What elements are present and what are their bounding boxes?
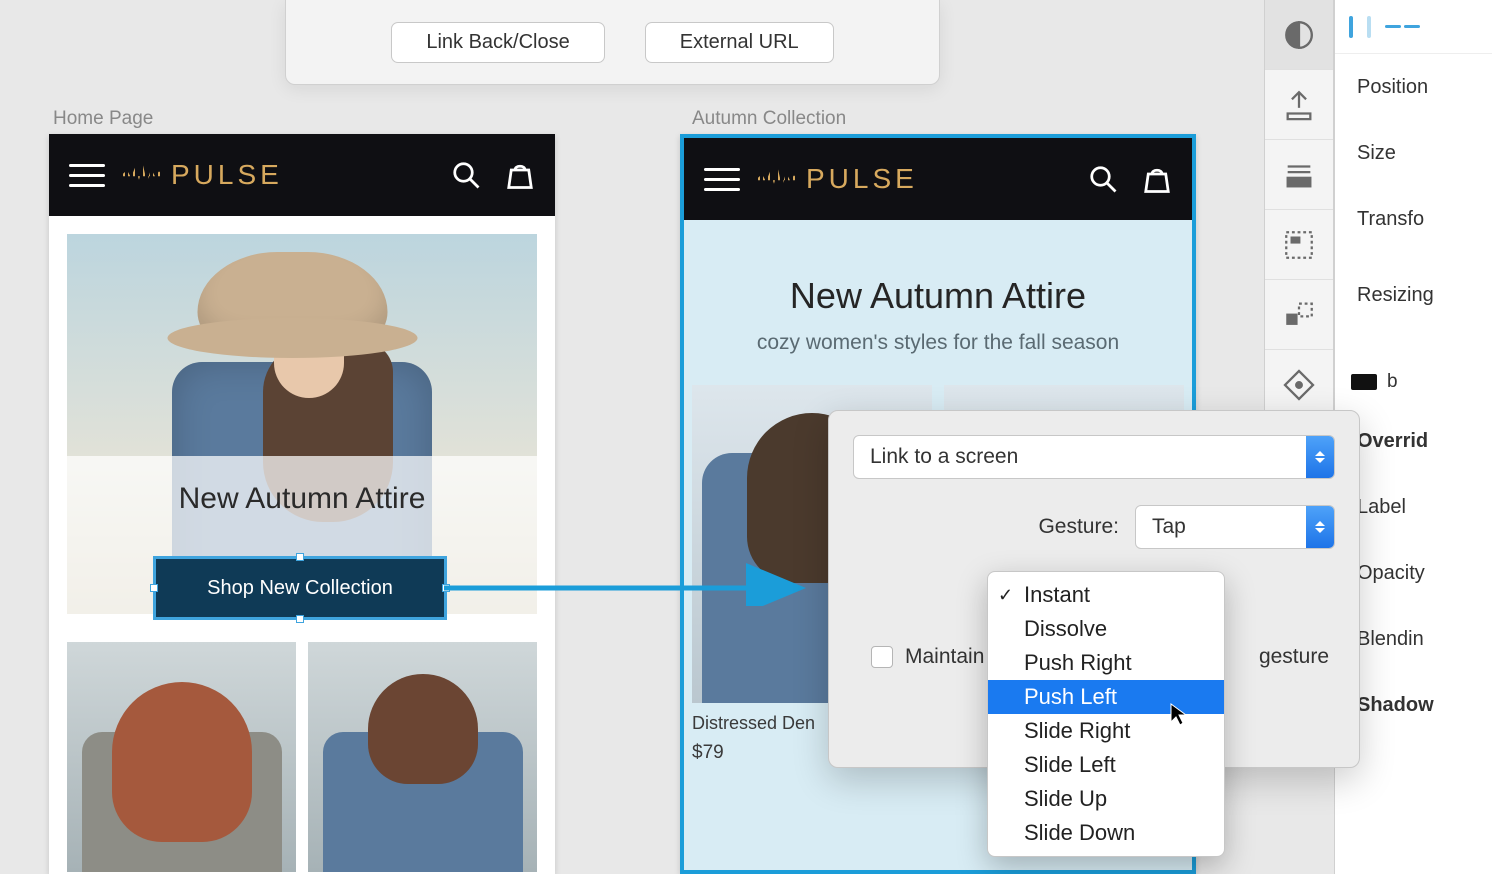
select-stepper-icon: [1306, 506, 1334, 548]
layer-name: b: [1387, 371, 1398, 393]
shopping-bag-icon[interactable]: [505, 160, 535, 190]
inspector-layer-row[interactable]: b: [1335, 356, 1492, 408]
selection-handle-left[interactable]: [150, 584, 158, 592]
inspector-row-size[interactable]: Size: [1335, 120, 1492, 186]
logo: PULSE: [123, 159, 433, 191]
home-thumb-row: [49, 642, 555, 872]
mobile-header: PULSE: [684, 138, 1192, 220]
link-back-close-button[interactable]: Link Back/Close: [391, 22, 604, 63]
align-left-icon[interactable]: [1349, 16, 1353, 38]
search-icon[interactable]: [451, 160, 481, 190]
transition-option-label: Push Left: [1024, 684, 1117, 710]
autumn-subtitle: cozy women's styles for the fall season: [704, 331, 1172, 355]
shop-new-collection-button[interactable]: Shop New Collection: [155, 558, 445, 618]
autumn-title: New Autumn Attire: [704, 275, 1172, 317]
transition-option-label: Push Right: [1024, 650, 1132, 676]
export-icon[interactable]: [1265, 70, 1333, 140]
transition-option[interactable]: Slide Left: [988, 748, 1224, 782]
selection-handle-top[interactable]: [296, 553, 304, 561]
inspector-tool-strip: [1264, 0, 1334, 434]
resize-icon[interactable]: [1265, 280, 1333, 350]
gesture-value: Tap: [1136, 515, 1306, 539]
link-action-value: Link to a screen: [854, 445, 1306, 469]
gesture-label: Gesture:: [1038, 515, 1119, 539]
gesture-row: Gesture: Tap: [853, 505, 1335, 549]
transition-option-label: Dissolve: [1024, 616, 1107, 642]
inspector-row-position[interactable]: Position: [1335, 54, 1492, 120]
transition-option[interactable]: Slide Down: [988, 816, 1224, 850]
hero-title: New Autumn Attire: [179, 482, 426, 516]
layer-swatch-icon: [1351, 374, 1377, 390]
maintain-checkbox[interactable]: [871, 646, 893, 668]
transition-option[interactable]: ✓ Instant: [988, 578, 1224, 612]
align-tools: [1335, 0, 1492, 54]
layout-icon[interactable]: [1265, 210, 1333, 280]
search-icon[interactable]: [1088, 164, 1118, 194]
artboard-label-home[interactable]: Home Page: [53, 108, 153, 130]
link-type-popover: Link Back/Close External URL: [285, 0, 940, 85]
select-stepper-icon: [1306, 436, 1334, 478]
inspector-row-transform[interactable]: Transfo: [1335, 186, 1492, 252]
gesture-select[interactable]: Tap: [1135, 505, 1335, 549]
home-thumb-1: [67, 642, 296, 872]
inspector-row-resizing[interactable]: Resizing: [1335, 262, 1492, 328]
selection-handle-right[interactable]: [442, 584, 450, 592]
autumn-hero: New Autumn Attire cozy women's styles fo…: [684, 220, 1192, 385]
align-center-icon[interactable]: [1367, 16, 1371, 38]
check-icon: ✓: [998, 585, 1013, 606]
gesture-suffix: gesture: [1259, 645, 1335, 669]
mouse-cursor-icon: [1168, 702, 1192, 726]
transition-option-label: Slide Right: [1024, 718, 1130, 744]
logo-text: PULSE: [171, 159, 283, 191]
external-url-button[interactable]: External URL: [645, 22, 834, 63]
artboard-label-autumn[interactable]: Autumn Collection: [692, 108, 846, 130]
transition-option[interactable]: Dissolve: [988, 612, 1224, 646]
home-thumb-2: [308, 642, 537, 872]
logo-wave-icon: [758, 167, 798, 191]
link-action-select[interactable]: Link to a screen: [853, 435, 1335, 479]
hamburger-icon[interactable]: [704, 168, 740, 191]
transition-option[interactable]: Slide Up: [988, 782, 1224, 816]
selection-handle-bottom[interactable]: [296, 615, 304, 623]
align-distribute-icon[interactable]: [1385, 25, 1420, 28]
shopping-bag-icon[interactable]: [1142, 164, 1172, 194]
inspector-tab-properties[interactable]: [1265, 0, 1333, 70]
transition-option[interactable]: Push Right: [988, 646, 1224, 680]
logo: PULSE: [758, 163, 1070, 195]
stack-icon[interactable]: [1265, 140, 1333, 210]
transition-option-label: Instant: [1024, 582, 1090, 608]
logo-text: PULSE: [806, 163, 918, 195]
logo-wave-icon: [123, 163, 163, 187]
artboard-home[interactable]: PULSE New Autumn Attire: [49, 134, 555, 874]
hamburger-icon[interactable]: [69, 164, 105, 187]
transition-option-label: Slide Left: [1024, 752, 1116, 778]
transition-option-label: Slide Down: [1024, 820, 1135, 846]
mobile-header: PULSE: [49, 134, 555, 216]
maintain-label: Maintain: [905, 645, 984, 669]
transition-option-label: Slide Up: [1024, 786, 1107, 812]
cta-label: Shop New Collection: [207, 577, 393, 600]
